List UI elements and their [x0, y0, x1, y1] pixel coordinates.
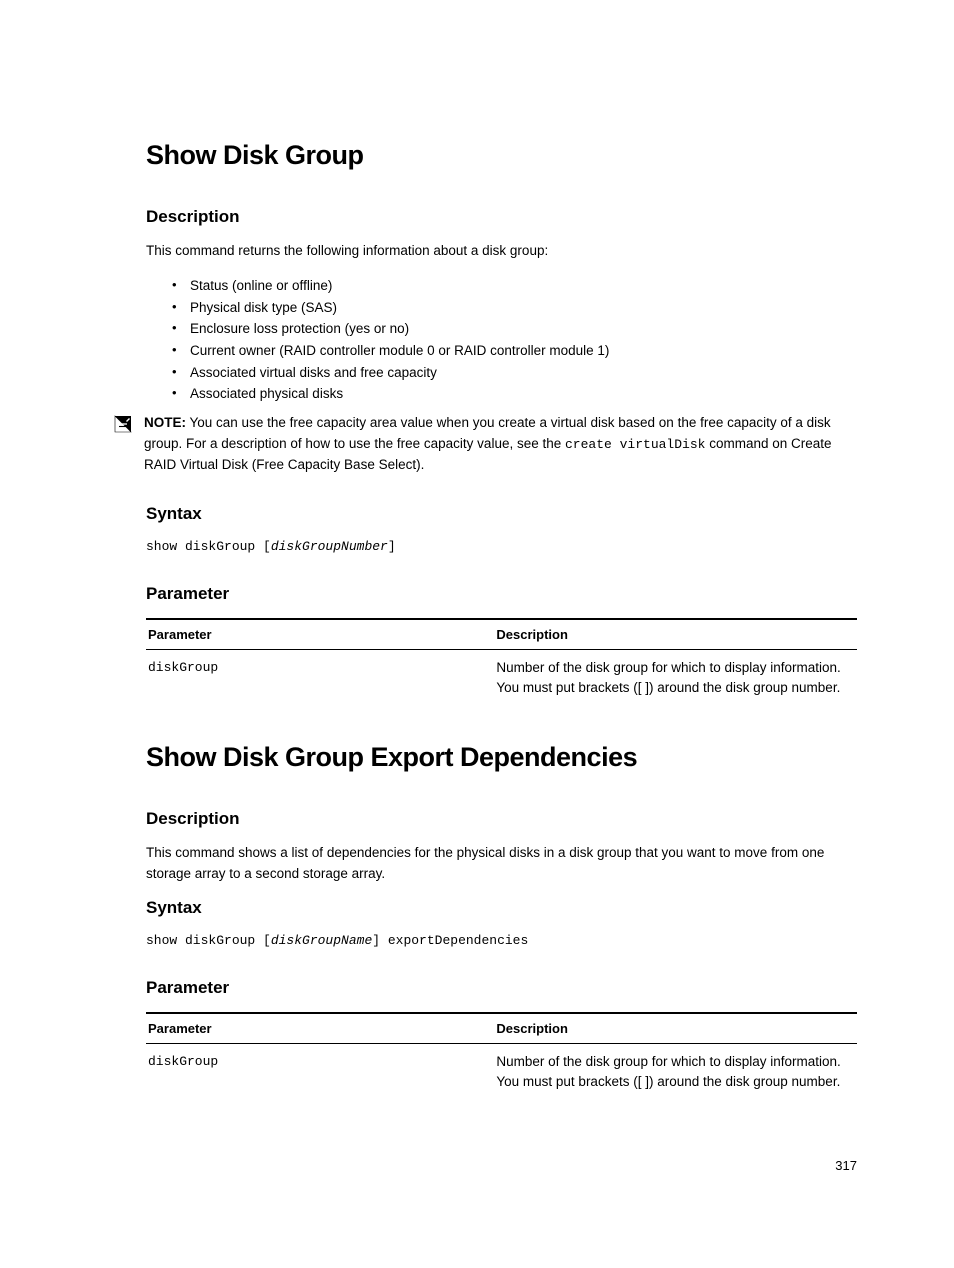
section-title: Show Disk Group Export Dependencies	[146, 742, 857, 773]
list-item: Status (online or offline)	[146, 275, 857, 297]
description-text: This command shows a list of dependencie…	[146, 843, 857, 884]
table-cell-desc: Number of the disk group for which to di…	[494, 1044, 857, 1101]
syntax-block: show diskGroup [diskGroupNumber]	[146, 538, 857, 556]
syntax-prefix: show diskGroup [	[146, 539, 271, 554]
syntax-suffix: ]	[388, 539, 396, 554]
list-item: Current owner (RAID controller module 0 …	[146, 340, 857, 362]
syntax-prefix: show diskGroup [	[146, 933, 271, 948]
table-header-row: Parameter Description	[146, 619, 857, 650]
description-heading: Description	[146, 809, 857, 829]
parameter-heading: Parameter	[146, 978, 857, 998]
note-icon	[114, 415, 132, 433]
page-number: 317	[835, 1158, 857, 1173]
table-header-param: Parameter	[146, 1013, 494, 1044]
syntax-block: show diskGroup [diskGroupName] exportDep…	[146, 932, 857, 950]
description-intro: This command returns the following infor…	[146, 241, 857, 261]
parameter-table: Parameter Description diskGroup Number o…	[146, 618, 857, 707]
syntax-heading: Syntax	[146, 898, 857, 918]
table-cell-param: diskGroup	[146, 649, 494, 706]
note-block: NOTE: You can use the free capacity area…	[114, 413, 857, 476]
syntax-param: diskGroupName	[271, 933, 372, 948]
table-header-desc: Description	[494, 619, 857, 650]
table-header-desc: Description	[494, 1013, 857, 1044]
note-label: NOTE:	[144, 415, 186, 430]
section-title: Show Disk Group	[146, 140, 857, 171]
table-cell-param: diskGroup	[146, 1044, 494, 1101]
table-row: diskGroup Number of the disk group for w…	[146, 649, 857, 706]
note-text: NOTE: You can use the free capacity area…	[144, 413, 857, 476]
table-header-row: Parameter Description	[146, 1013, 857, 1044]
table-header-param: Parameter	[146, 619, 494, 650]
syntax-param: diskGroupNumber	[271, 539, 388, 554]
note-inline-code: create virtualDisk	[565, 437, 705, 452]
table-row: diskGroup Number of the disk group for w…	[146, 1044, 857, 1101]
list-item: Physical disk type (SAS)	[146, 297, 857, 319]
parameter-heading: Parameter	[146, 584, 857, 604]
parameter-table: Parameter Description diskGroup Number o…	[146, 1012, 857, 1101]
list-item: Associated virtual disks and free capaci…	[146, 362, 857, 384]
description-bullet-list: Status (online or offline) Physical disk…	[146, 275, 857, 405]
description-heading: Description	[146, 207, 857, 227]
list-item: Associated physical disks	[146, 383, 857, 405]
syntax-heading: Syntax	[146, 504, 857, 524]
syntax-suffix: ] exportDependencies	[372, 933, 528, 948]
list-item: Enclosure loss protection (yes or no)	[146, 318, 857, 340]
table-cell-desc: Number of the disk group for which to di…	[494, 649, 857, 706]
